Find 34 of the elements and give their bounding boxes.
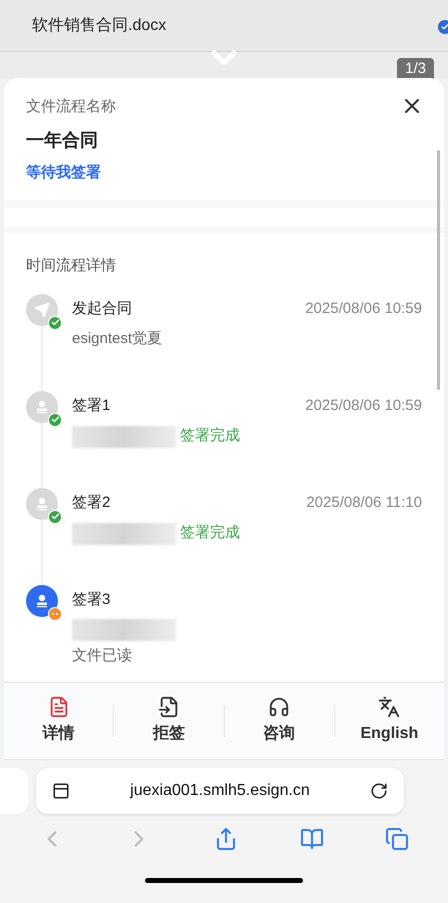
step-title: 签署1 — [72, 396, 110, 416]
toolbar-button[interactable]: 咨询 — [224, 696, 334, 746]
step-time: 2025/08/06 10:59 — [305, 396, 422, 416]
stamp-icon — [34, 592, 50, 609]
stamp-icon — [34, 496, 50, 512]
verified-icon — [438, 20, 448, 34]
stamp-icon — [34, 398, 50, 415]
step-status: 签署完成 — [180, 523, 240, 544]
flow-name: 一年合同 — [26, 128, 99, 152]
address-bar[interactable]: juexia001.smlh5.esign.cn — [36, 768, 404, 814]
step-time: 2025/08/06 10:59 — [305, 298, 422, 319]
step-title: 发起合同 — [72, 298, 132, 319]
step-status: 签署完成 — [180, 426, 240, 446]
translate-icon — [378, 696, 400, 718]
flow-label: 文件流程名称 — [26, 97, 116, 117]
step-status: esigntest觉夏 — [72, 329, 162, 350]
page-menu-icon[interactable] — [52, 782, 70, 800]
paper-plane-icon — [34, 302, 50, 318]
toolbar-button[interactable]: 拒签 — [114, 696, 224, 746]
toolbar-button[interactable]: 详情 — [4, 696, 114, 746]
timeline-title: 时间流程详情 — [26, 256, 117, 276]
toolbar-button[interactable]: English — [334, 696, 444, 746]
reload-icon[interactable] — [370, 782, 388, 800]
step-title: 签署3 — [72, 590, 110, 610]
document-arrow-icon — [158, 696, 180, 718]
step-title: 签署2 — [72, 492, 110, 513]
tabs-icon[interactable] — [385, 827, 410, 851]
file-name: 软件销售合同.docx — [32, 16, 166, 36]
headset-icon — [268, 696, 290, 718]
url-text: juexia001.smlh5.esign.cn — [128, 781, 311, 801]
step-status: 文件已读 — [72, 646, 132, 666]
flow-status: 等待我签署 — [26, 162, 102, 182]
step-time: 2025/08/06 11:10 — [306, 492, 422, 513]
bookmarks-icon[interactable] — [300, 827, 324, 851]
